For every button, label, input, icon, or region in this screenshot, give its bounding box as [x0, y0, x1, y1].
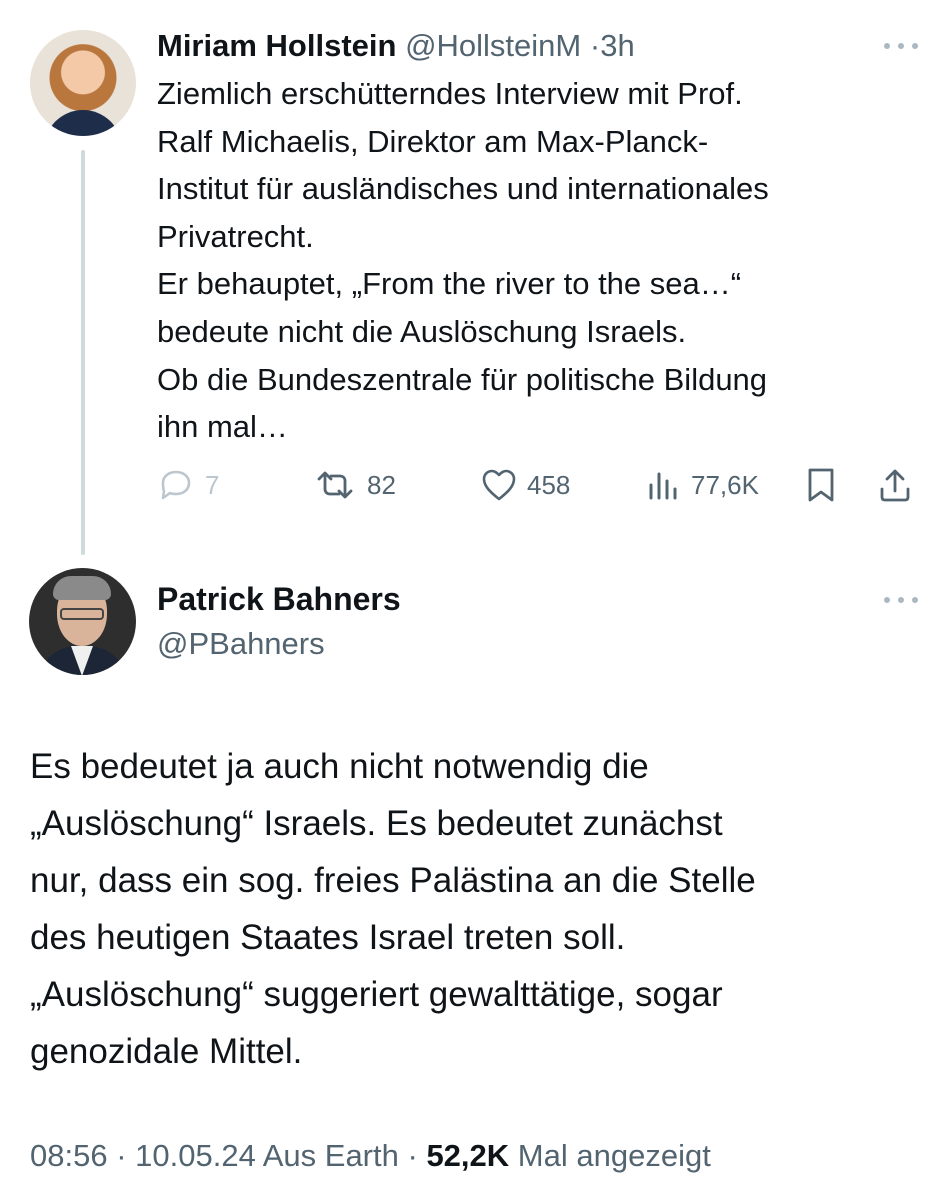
- bookmark-button[interactable]: [805, 462, 837, 508]
- thread-connector-line: [81, 150, 85, 555]
- footer-time[interactable]: 08:56: [30, 1138, 108, 1173]
- more-options-icon[interactable]: [884, 594, 918, 606]
- footer-date[interactable]: 10.05.24: [135, 1138, 256, 1173]
- reply-icon: [161, 470, 191, 500]
- tweet2-footer: 08:56 · 10.05.24 Aus Earth · 52,2K Mal a…: [30, 1133, 711, 1179]
- footer-separator: ·: [116, 1138, 127, 1173]
- tweet1-line: Institut für ausländisches und internati…: [157, 171, 769, 207]
- tweet1-line: Ob die Bundeszentrale für politische Bil…: [157, 361, 768, 397]
- tweet1-line: Privatrecht.: [157, 218, 314, 254]
- more-options-icon[interactable]: [884, 40, 918, 52]
- share-icon: [880, 469, 910, 502]
- tweet1-handle[interactable]: @HollsteinM: [405, 28, 581, 63]
- tweet2-line: des heutigen Staates Israel treten soll.: [30, 918, 626, 957]
- heart-icon: [482, 469, 516, 501]
- tweet2-handle[interactable]: @PBahners: [157, 622, 325, 666]
- reply-button[interactable]: 7: [155, 462, 219, 508]
- footer-views-label: Mal angezeigt: [517, 1138, 711, 1173]
- avatar-patrick-bahners[interactable]: [29, 568, 136, 675]
- footer-separator: ·: [407, 1138, 418, 1173]
- repost-count: 82: [367, 469, 396, 500]
- tweet2-line: „Auslöschung“ suggeriert gewalttätige, s…: [30, 975, 723, 1014]
- tweet1-separator: ·: [589, 28, 601, 63]
- tweet1-line: ihn mal…: [157, 409, 288, 445]
- repost-button[interactable]: 82: [313, 462, 396, 508]
- avatar-glasses: [60, 608, 104, 620]
- tweet2-line: Es bedeutet ja auch nicht notwendig die: [30, 747, 649, 786]
- avatar-shoulders: [44, 110, 122, 136]
- tweet1-time[interactable]: 3h: [600, 28, 634, 63]
- footer-views-count[interactable]: 52,2K: [426, 1138, 509, 1173]
- tweet2-text: Es bedeutet ja auch nicht notwendig die …: [30, 738, 920, 1080]
- tweet1-line: bedeute nicht die Auslöschung Israels.: [157, 313, 687, 349]
- like-count: 458: [527, 469, 571, 500]
- analytics-icon: [649, 472, 677, 500]
- tweet1-text: Ziemlich erschütterndes Interview mit Pr…: [157, 70, 917, 451]
- tweet1-line: Ziemlich erschütterndes Interview mit Pr…: [157, 76, 743, 111]
- bookmark-icon: [808, 468, 834, 502]
- tweet2-line: nur, dass ein sog. freies Palästina an d…: [30, 861, 756, 900]
- tweet1-line: Er behauptet, „From the river to the sea…: [157, 266, 742, 302]
- tweet1-action-bar: 7 82 458 77,6K: [155, 462, 925, 508]
- avatar-hair: [53, 576, 111, 600]
- tweet1-author-name[interactable]: Miriam Hollstein: [157, 28, 396, 63]
- reply-count: 7: [205, 469, 220, 500]
- tweet1-line: Ralf Michaelis, Direktor am Max-Planck-: [157, 123, 709, 159]
- repost-icon: [317, 471, 353, 499]
- tweet2-author-name[interactable]: Patrick Bahners: [157, 577, 401, 621]
- tweet2-line: „Auslöschung“ Israels. Es bedeutet zunäc…: [30, 804, 723, 843]
- tweet1-header: Miriam Hollstein @HollsteinM ·3h: [157, 24, 635, 68]
- avatar-miriam-hollstein[interactable]: [30, 30, 136, 136]
- views-count: 77,6K: [691, 469, 759, 500]
- views-button[interactable]: 77,6K: [645, 462, 759, 508]
- like-button[interactable]: 458: [481, 462, 570, 508]
- tweet2-line: genozidale Mittel.: [30, 1032, 303, 1071]
- footer-location: Aus Earth: [262, 1138, 399, 1173]
- share-button[interactable]: [877, 462, 913, 508]
